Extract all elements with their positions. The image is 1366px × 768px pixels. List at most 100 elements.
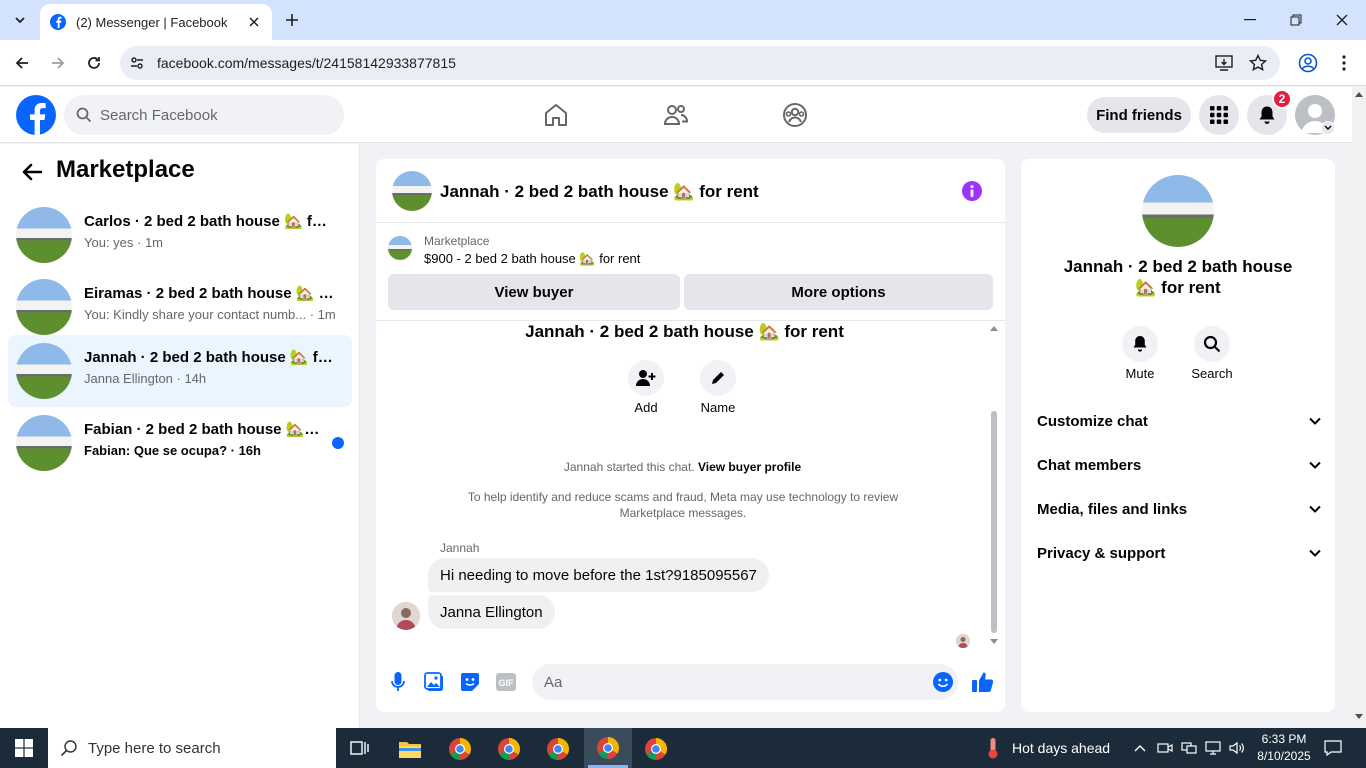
new-tab-icon[interactable]: [280, 8, 304, 32]
edit-name-icon[interactable]: [700, 360, 736, 396]
weather-thermometer-icon[interactable]: [982, 736, 1004, 760]
meet-now-icon[interactable]: [1156, 738, 1174, 758]
bookmark-star-icon[interactable]: [1248, 53, 1268, 73]
details-avatar[interactable]: [1142, 175, 1214, 247]
read-receipt-avatar: [956, 634, 970, 648]
section-label: Chat members: [1037, 456, 1142, 474]
taskbar-clock[interactable]: 6:33 PM 8/10/2025: [1252, 731, 1316, 765]
forward-icon[interactable]: [46, 51, 70, 75]
chrome-icon-active[interactable]: [584, 728, 632, 768]
menu-grid-icon[interactable]: [1199, 95, 1239, 135]
facebook-search-input[interactable]: Search Facebook: [64, 95, 344, 135]
section-label: Privacy & support: [1037, 544, 1166, 562]
add-label: Add: [634, 400, 658, 415]
more-options-button[interactable]: More options: [684, 274, 993, 310]
chat-scrollbar[interactable]: [989, 323, 999, 649]
address-bar[interactable]: facebook.com/messages/t/2415814293387781…: [120, 46, 1280, 80]
like-thumbs-up-icon[interactable]: [970, 669, 996, 695]
emoji-icon[interactable]: [932, 671, 954, 693]
name-label: Name: [700, 400, 736, 415]
page-scrollbar[interactable]: [1352, 87, 1366, 728]
conversation-item-fabian[interactable]: Fabian · 2 bed 2 bath house 🏡 for rent F…: [8, 407, 352, 479]
conversation-item-carlos[interactable]: Carlos · 2 bed 2 bath house 🏡 for rent Y…: [8, 199, 352, 271]
conversation-title: Carlos · 2 bed 2 bath house 🏡 for rent: [84, 213, 334, 230]
close-window-icon[interactable]: [1328, 8, 1356, 32]
profile-icon[interactable]: [1296, 51, 1320, 75]
chrome-icon[interactable]: [489, 732, 529, 766]
conversation-title: Fabian · 2 bed 2 bath house 🏡 for rent: [84, 421, 320, 438]
notification-badge: 2: [1272, 89, 1292, 109]
taskbar-search-placeholder: Type here to search: [88, 739, 221, 757]
facebook-logo-icon[interactable]: [16, 95, 56, 135]
listing-price[interactable]: $900 - 2 bed 2 bath house 🏡 for rent: [424, 251, 640, 267]
taskbar-search-input[interactable]: Type here to search: [48, 728, 336, 768]
mute-bell-icon[interactable]: [1122, 326, 1158, 362]
taskbar-search-icon: [60, 739, 78, 757]
section-label: Media, files and links: [1037, 500, 1188, 518]
home-icon[interactable]: [536, 99, 576, 131]
listing-thumbnail: [16, 207, 72, 263]
network-icon[interactable]: [1180, 738, 1198, 758]
unread-dot: [332, 437, 344, 449]
customize-chat-section[interactable]: Customize chat: [1037, 406, 1321, 436]
friends-icon[interactable]: [656, 99, 696, 131]
back-icon[interactable]: [10, 51, 34, 75]
sticker-icon[interactable]: [458, 670, 482, 694]
back-arrow-icon[interactable]: [18, 158, 46, 186]
message-bubble[interactable]: Janna Ellington: [428, 595, 555, 629]
weather-text[interactable]: Hot days ahead: [1012, 740, 1110, 756]
media-files-links-section[interactable]: Media, files and links: [1037, 494, 1321, 524]
reload-icon[interactable]: [82, 51, 106, 75]
message-sender-name: Jannah: [440, 541, 480, 555]
tab-search-chevron-icon[interactable]: [8, 8, 32, 32]
conversation-item-eiramas[interactable]: Eiramas · 2 bed 2 bath house 🏡 for rent …: [8, 271, 352, 343]
gif-icon[interactable]: GIF: [494, 670, 518, 694]
svg-text:GIF: GIF: [499, 678, 515, 688]
view-buyer-profile-link[interactable]: View buyer profile: [698, 460, 801, 474]
chat-scroll-thumb[interactable]: [991, 411, 997, 633]
chat-info-icon[interactable]: [962, 181, 982, 201]
conversation-item-jannah[interactable]: Jannah · 2 bed 2 bath house 🏡 for rent J…: [8, 335, 352, 407]
restore-icon[interactable]: [1282, 8, 1310, 32]
microphone-icon[interactable]: [386, 670, 410, 694]
chrome-icon[interactable]: [440, 732, 480, 766]
task-view-icon[interactable]: [340, 732, 380, 766]
chrome-icon[interactable]: [538, 732, 578, 766]
add-person-icon[interactable]: [628, 360, 664, 396]
site-settings-icon[interactable]: [128, 54, 146, 72]
search-conversation-icon[interactable]: [1194, 326, 1230, 362]
browser-menu-icon[interactable]: [1332, 51, 1356, 75]
browser-tab-bar: (2) Messenger | Facebook: [0, 0, 1366, 40]
message-bubble[interactable]: Hi needing to move before the 1st?918509…: [428, 558, 769, 592]
taskbar-time: 6:33 PM: [1261, 732, 1307, 746]
file-explorer-icon[interactable]: [390, 732, 430, 766]
groups-icon[interactable]: [775, 99, 815, 131]
install-app-icon[interactable]: [1214, 53, 1234, 73]
notification-center-icon[interactable]: [1322, 738, 1344, 758]
section-label: Customize chat: [1037, 412, 1148, 430]
started-text: Jannah started this chat.: [563, 460, 695, 474]
conversation-title: Eiramas · 2 bed 2 bath house 🏡 for rent: [84, 285, 334, 302]
windows-start-icon[interactable]: [0, 728, 48, 768]
tab-title: (2) Messenger | Facebook: [76, 14, 228, 30]
find-friends-button[interactable]: Find friends: [1087, 97, 1191, 133]
message-input[interactable]: Aa: [532, 664, 958, 700]
listing-thumbnail: [388, 236, 412, 260]
browser-tab[interactable]: (2) Messenger | Facebook: [40, 4, 272, 40]
photo-gallery-icon[interactable]: [422, 670, 446, 694]
volume-icon[interactable]: [1228, 738, 1246, 758]
chrome-icon[interactable]: [636, 732, 676, 766]
monitor-icon[interactable]: [1204, 738, 1222, 758]
facebook-header: Search Facebook Find friends 2: [0, 87, 1352, 143]
chat-members-section[interactable]: Chat members: [1037, 450, 1321, 480]
minimize-icon[interactable]: [1236, 8, 1264, 32]
chat-avatar[interactable]: [392, 171, 432, 211]
details-title: Jannah · 2 bed 2 bath house 🏡 for rent: [1063, 257, 1293, 297]
tray-chevron-up-icon[interactable]: [1130, 738, 1150, 758]
sender-avatar[interactable]: [392, 602, 420, 630]
privacy-support-section[interactable]: Privacy & support: [1037, 538, 1321, 568]
account-chevron-icon[interactable]: [1321, 121, 1335, 135]
view-buyer-button[interactable]: View buyer: [388, 274, 680, 310]
chat-title[interactable]: Jannah · 2 bed 2 bath house 🏡 for rent: [440, 182, 759, 202]
tab-close-icon[interactable]: [246, 14, 262, 30]
